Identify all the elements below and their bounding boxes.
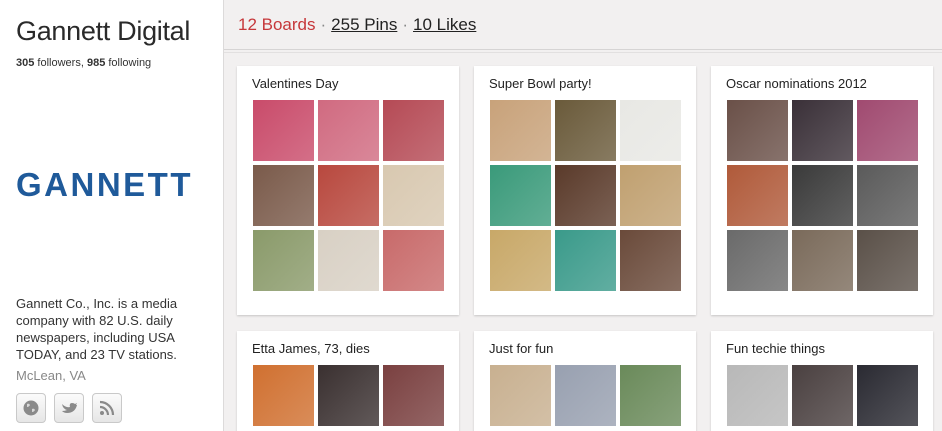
board-pin-thumbnail[interactable]: [253, 165, 314, 226]
board-title[interactable]: Etta James, 73, dies: [252, 341, 370, 356]
board-pin-thumbnail[interactable]: [490, 100, 551, 161]
board-pin-thumbnail[interactable]: [727, 165, 788, 226]
board-pin-thumbnail[interactable]: [857, 230, 918, 291]
followers-label[interactable]: followers,: [37, 57, 83, 69]
board-pin-thumbnail[interactable]: [383, 165, 444, 226]
board-pin-thumbnail[interactable]: [857, 100, 918, 161]
profile-name: Gannett Digital: [16, 16, 191, 46]
board-title[interactable]: Valentines Day: [252, 76, 338, 91]
separator-dot: ·: [320, 15, 327, 34]
board-pin-thumbnail[interactable]: [792, 230, 853, 291]
board-card[interactable]: Fun techie things: [711, 331, 933, 431]
likes-count-link[interactable]: 10 Likes: [413, 15, 476, 34]
website-button[interactable]: [16, 393, 46, 423]
profile-bio: Gannett Co., Inc. is a media company wit…: [16, 296, 178, 362]
board-pin-thumbnail[interactable]: [253, 230, 314, 291]
twitter-button[interactable]: [54, 393, 84, 423]
social-links: [16, 393, 122, 423]
board-pin-thumbnail[interactable]: [555, 165, 616, 226]
board-pin-thumbnail[interactable]: [620, 365, 681, 426]
following-count[interactable]: 985: [87, 57, 105, 69]
rss-icon: [99, 400, 115, 416]
rss-button[interactable]: [92, 393, 122, 423]
pins-count-link[interactable]: 255 Pins: [331, 15, 397, 34]
board-pin-thumbnail[interactable]: [555, 230, 616, 291]
board-title[interactable]: Just for fun: [489, 341, 553, 356]
board-card[interactable]: Super Bowl party!: [474, 66, 696, 315]
board-pin-thumbnail[interactable]: [792, 365, 853, 426]
separator-dot: ·: [402, 15, 409, 34]
board-pin-thumbnail[interactable]: [383, 230, 444, 291]
board-pin-thumbnail[interactable]: [383, 365, 444, 426]
board-title[interactable]: Super Bowl party!: [489, 76, 592, 91]
board-pin-thumbnail[interactable]: [792, 100, 853, 161]
profile-location: McLean, VA: [16, 368, 86, 383]
board-pin-thumbnail[interactable]: [318, 365, 379, 426]
board-pin-thumbnail[interactable]: [555, 100, 616, 161]
board-pin-thumbnail[interactable]: [792, 165, 853, 226]
gannett-logo: GANNETT: [16, 166, 193, 203]
board-pin-thumbnail[interactable]: [490, 365, 551, 426]
boards-count-link[interactable]: 12 Boards: [238, 15, 316, 34]
profile-sidebar: Gannett Digital 305 followers, 985 follo…: [0, 0, 224, 431]
board-pin-thumbnail[interactable]: [727, 365, 788, 426]
board-card[interactable]: Just for fun: [474, 331, 696, 431]
globe-icon: [23, 400, 39, 416]
board-pin-thumbnail[interactable]: [857, 165, 918, 226]
following-label[interactable]: following: [108, 57, 151, 69]
board-pin-thumbnail[interactable]: [620, 230, 681, 291]
followers-count[interactable]: 305: [16, 57, 34, 69]
board-pin-thumbnail[interactable]: [490, 165, 551, 226]
board-pin-thumbnail[interactable]: [318, 165, 379, 226]
board-pin-thumbnail[interactable]: [253, 365, 314, 426]
board-pin-thumbnail[interactable]: [857, 365, 918, 426]
board-title[interactable]: Fun techie things: [726, 341, 825, 356]
board-pin-thumbnail[interactable]: [620, 100, 681, 161]
follow-stats: 305 followers, 985 following: [16, 57, 151, 69]
profile-counts: 12 Boards · 255 Pins · 10 Likes: [238, 15, 476, 35]
board-pin-thumbnail[interactable]: [318, 100, 379, 161]
board-pin-thumbnail[interactable]: [253, 100, 314, 161]
board-pin-thumbnail[interactable]: [383, 100, 444, 161]
board-card[interactable]: Etta James, 73, dies: [237, 331, 459, 431]
board-pin-thumbnail[interactable]: [555, 365, 616, 426]
board-pin-thumbnail[interactable]: [727, 230, 788, 291]
board-card[interactable]: Valentines Day: [237, 66, 459, 315]
board-pin-thumbnail[interactable]: [727, 100, 788, 161]
board-title[interactable]: Oscar nominations 2012: [726, 76, 867, 91]
board-pin-thumbnail[interactable]: [490, 230, 551, 291]
twitter-bird-icon: [62, 403, 77, 413]
profile-stats-bar: 12 Boards · 255 Pins · 10 Likes: [224, 0, 942, 53]
board-pin-thumbnail[interactable]: [318, 230, 379, 291]
board-pin-thumbnail[interactable]: [620, 165, 681, 226]
board-card[interactable]: Oscar nominations 2012: [711, 66, 933, 315]
